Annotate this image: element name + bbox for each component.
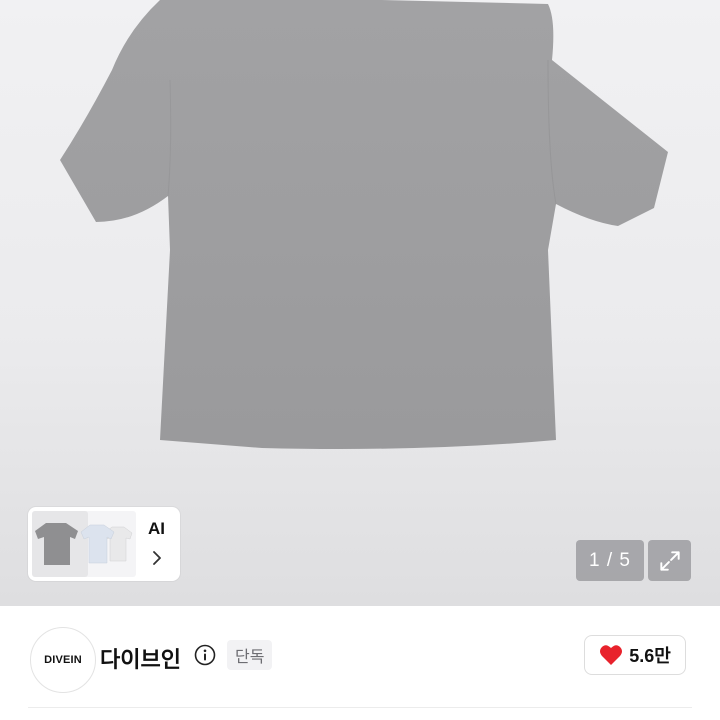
like-count: 5.6만 [629,646,671,666]
info-circle-icon[interactable] [194,644,216,666]
shop-info-row: DIVEIN 다이브인 단독 5.6만 [0,606,720,720]
exclusive-badge: 단독 [227,640,273,670]
shop-name[interactable]: 다이브인 [100,642,181,674]
ai-label: AI [148,519,165,538]
product-image-gallery[interactable]: AI 1 / 5 [0,0,720,606]
expand-button[interactable] [648,540,691,581]
ai-thumbnails [32,511,136,577]
heart-icon [600,645,623,665]
divider [28,707,692,708]
shop-logo[interactable]: DIVEIN [30,627,96,693]
like-button[interactable]: 5.6만 [584,635,686,675]
expand-arrows-icon [659,550,680,571]
shop-logo-text: DIVEIN [44,654,82,666]
image-counter: 1 / 5 [576,540,644,581]
chevron-right-icon [153,551,161,565]
thumbnail-images [32,511,136,577]
ai-recommend-button[interactable]: AI [28,507,180,581]
